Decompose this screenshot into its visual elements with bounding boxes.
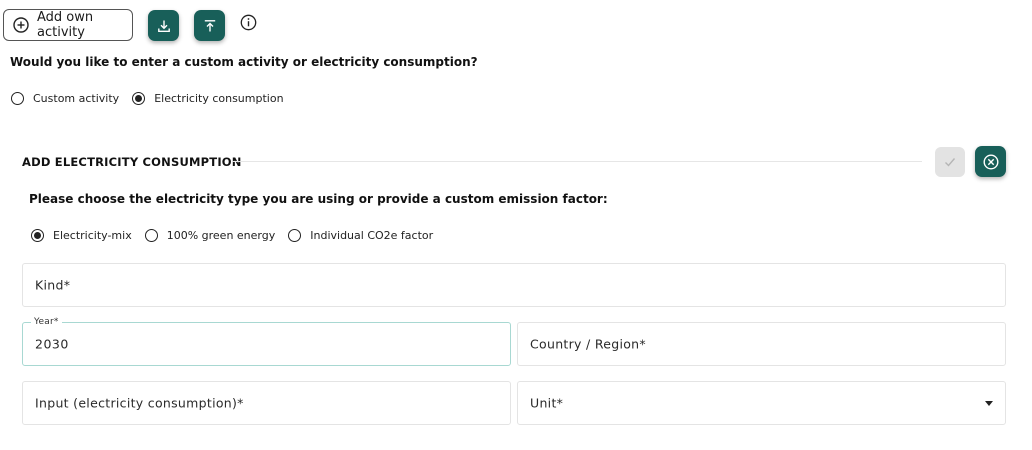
- year-field[interactable]: Year* 2030: [22, 317, 511, 366]
- radio-electricity-consumption-label: Electricity consumption: [154, 92, 284, 105]
- add-own-activity-label: Add own activity: [37, 10, 94, 40]
- cancel-button[interactable]: [975, 146, 1006, 177]
- info-icon[interactable]: [240, 14, 257, 31]
- radio-custom-activity-label: Custom activity: [33, 92, 120, 105]
- year-value: 2030: [35, 336, 69, 352]
- upload-button[interactable]: [194, 10, 225, 41]
- electricity-consumption-placeholder: Input (electricity consumption)*: [35, 395, 244, 411]
- download-button[interactable]: [148, 10, 179, 41]
- radio-individual-co2e-factor[interactable]: [288, 229, 302, 242]
- electricity-type-prompt: Please choose the electricity type you a…: [29, 192, 608, 206]
- electricity-consumption-input-field[interactable]: Input (electricity consumption)*: [22, 381, 511, 425]
- radio-green-energy[interactable]: [144, 229, 158, 242]
- year-label: Year*: [31, 317, 62, 327]
- radio-electricity-consumption[interactable]: [132, 92, 146, 105]
- kind-field[interactable]: Kind*: [22, 263, 1006, 307]
- radio-green-energy-label: 100% green energy: [166, 229, 276, 242]
- unit-select[interactable]: Unit*: [517, 381, 1006, 425]
- check-icon: [945, 158, 956, 167]
- confirm-button[interactable]: [935, 147, 965, 177]
- country-region-field[interactable]: Country / Region*: [517, 322, 1006, 366]
- kind-placeholder: Kind*: [35, 277, 71, 293]
- caret-down-icon: [985, 401, 993, 406]
- entry-type-question: Would you like to enter a custom activit…: [10, 55, 478, 69]
- entry-type-radio-group: Custom activity Electricity consumption: [11, 92, 297, 105]
- unit-placeholder: Unit*: [530, 395, 564, 411]
- upload-icon: [204, 19, 215, 31]
- radio-electricity-mix-label: Electricity-mix: [53, 229, 132, 242]
- radio-individual-co2e-factor-label: Individual CO2e factor: [310, 229, 434, 242]
- radio-custom-activity[interactable]: [11, 92, 24, 105]
- add-own-activity-button[interactable]: Add own activity: [3, 9, 133, 41]
- section-title: ADD ELECTRICITY CONSUMPTION: [22, 155, 242, 169]
- radio-electricity-mix[interactable]: [31, 229, 44, 242]
- close-circle-icon: [982, 153, 999, 170]
- country-region-placeholder: Country / Region*: [530, 336, 646, 352]
- electricity-type-radio-group: Electricity-mix 100% green energy Indivi…: [31, 229, 446, 242]
- download-icon: [157, 20, 170, 32]
- section-divider: [232, 161, 922, 162]
- plus-circle-icon: [13, 17, 29, 33]
